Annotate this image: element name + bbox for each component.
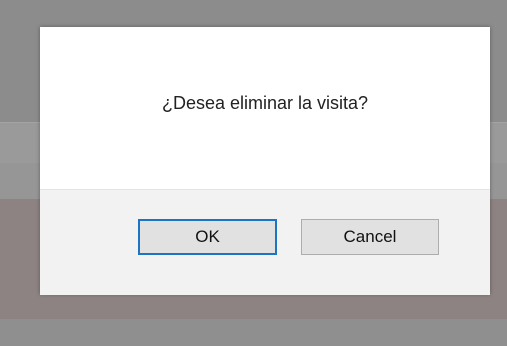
dialog-body: ¿Desea eliminar la visita? [40, 27, 490, 189]
background-region [0, 319, 507, 346]
confirm-dialog: ¿Desea eliminar la visita? OK Cancel [40, 27, 490, 295]
cancel-button[interactable]: Cancel [301, 219, 439, 255]
ok-button[interactable]: OK [138, 219, 277, 255]
dialog-footer: OK Cancel [40, 189, 490, 295]
dialog-message: ¿Desea eliminar la visita? [161, 93, 369, 113]
